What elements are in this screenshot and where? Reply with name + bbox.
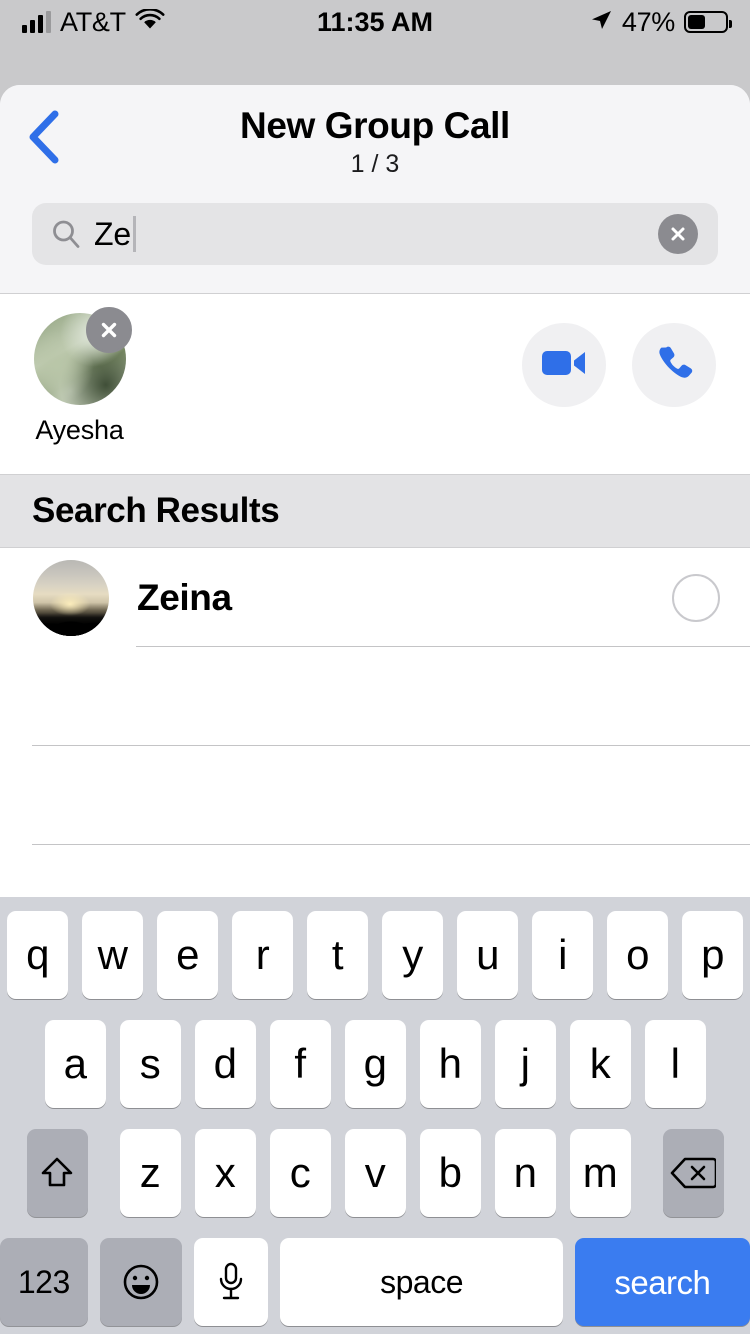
selected-participants-row: Ayesha [0,293,750,474]
key-t[interactable]: t [307,911,368,999]
list-item[interactable]: Zeina [0,548,750,647]
key-o[interactable]: o [607,911,668,999]
page-title: New Group Call [240,105,510,146]
key-z[interactable]: z [119,1129,181,1217]
clear-circle-icon[interactable] [658,214,698,254]
keyboard-row-2: a s d f g h j k l [0,1020,750,1108]
key-u[interactable]: u [457,911,518,999]
selection-circle-icon[interactable] [672,573,720,622]
onscreen-keyboard[interactable]: q w e r t y u i o p a s d f g h j k l z … [0,897,750,1334]
video-camera-icon [541,346,587,385]
remove-x-icon[interactable] [85,307,132,353]
key-w[interactable]: w [82,911,143,999]
avatar [33,307,132,405]
list-item [0,647,750,746]
video-call-button[interactable] [522,323,606,407]
status-bar: AT&T 11:35 AM 47% [0,0,750,44]
space-key[interactable]: space [280,1238,563,1326]
phone-screen: Edit All Missed ◠ + AT&T 11:35 [0,0,750,1334]
search-input[interactable]: Ze [94,216,131,253]
key-m[interactable]: m [569,1129,631,1217]
key-j[interactable]: j [494,1020,556,1108]
key-e[interactable]: e [157,911,218,999]
key-r[interactable]: r [232,911,293,999]
keyboard-row-4: 123 space search [0,1238,750,1326]
key-c[interactable]: c [269,1129,331,1217]
list-item [0,746,750,845]
key-a[interactable]: a [44,1020,106,1108]
key-n[interactable]: n [494,1129,556,1217]
avatar [33,559,109,636]
phone-icon [654,343,694,388]
key-f[interactable]: f [269,1020,331,1108]
key-i[interactable]: i [532,911,593,999]
numbers-key[interactable]: 123 [0,1238,88,1326]
search-key[interactable]: search [574,1238,750,1326]
key-g[interactable]: g [344,1020,406,1108]
keyboard-row-1: q w e r t y u i o p [0,911,750,999]
sheet-header: New Group Call 1 / 3 Ze [0,85,750,293]
contact-name: Zeina [137,576,232,618]
participant-name: Ayesha [35,415,124,445]
key-s[interactable]: s [119,1020,181,1108]
text-caret [132,216,136,252]
key-q[interactable]: q [7,911,68,999]
audio-call-button[interactable] [632,323,716,407]
key-y[interactable]: y [382,911,443,999]
keyboard-row-3: z x c v b n m [0,1129,750,1217]
selected-participant-chip[interactable]: Ayesha [33,307,132,446]
battery-icon [684,11,732,33]
call-actions [522,323,716,407]
key-v[interactable]: v [344,1129,406,1217]
participant-counter: 1 / 3 [350,150,400,178]
microphone-icon[interactable] [194,1238,269,1326]
key-p[interactable]: p [682,911,743,999]
search-icon [50,218,82,250]
key-l[interactable]: l [644,1020,706,1108]
search-results-list: Zeina [0,548,750,944]
key-d[interactable]: d [194,1020,256,1108]
emoji-smiley-icon[interactable] [99,1238,183,1326]
key-x[interactable]: x [194,1129,256,1217]
section-title: Search Results [32,491,280,530]
search-field[interactable]: Ze [32,203,718,265]
key-k[interactable]: k [569,1020,631,1108]
clock-label: 11:35 AM [316,6,434,37]
key-h[interactable]: h [419,1020,481,1108]
backspace-icon[interactable] [662,1129,724,1217]
key-b[interactable]: b [419,1129,481,1217]
search-results-header: Search Results [0,474,750,548]
shift-arrow-icon[interactable] [26,1129,88,1217]
